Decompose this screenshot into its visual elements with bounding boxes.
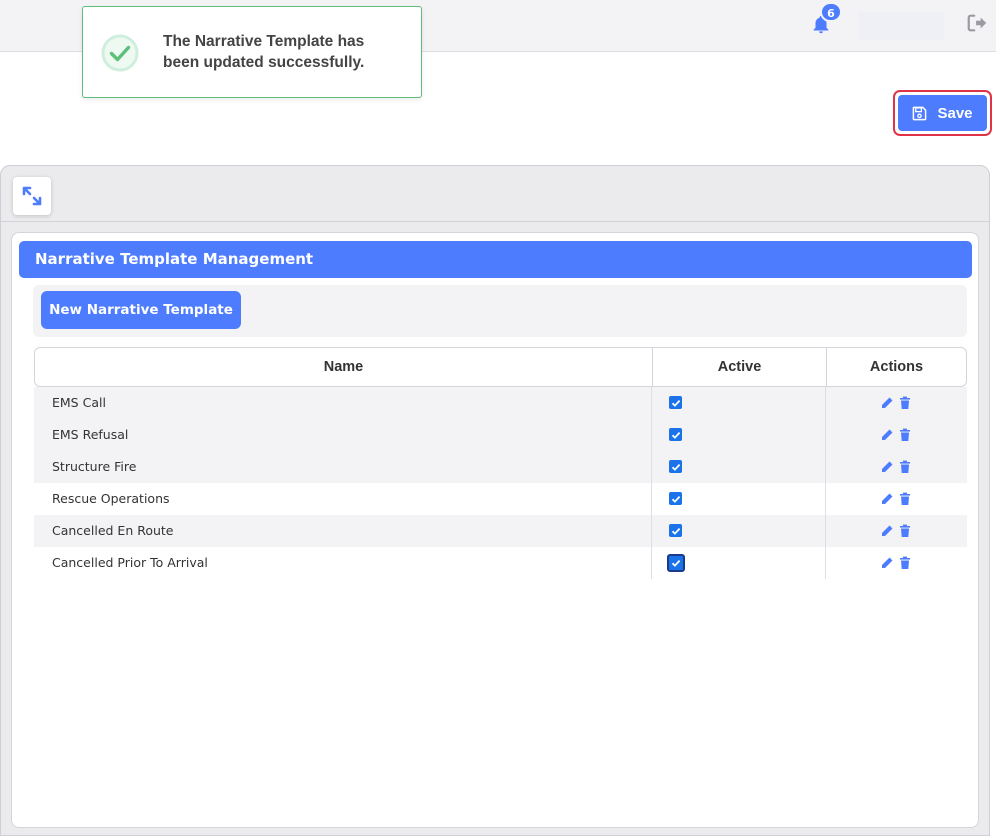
column-header-actions: Actions bbox=[869, 359, 924, 375]
actions-cell bbox=[826, 547, 965, 579]
trash-icon[interactable] bbox=[898, 556, 912, 570]
narrative-template-card: Narrative Template Management New Narrat… bbox=[11, 232, 979, 828]
active-checkbox[interactable] bbox=[669, 428, 682, 441]
active-checkbox-focused[interactable] bbox=[667, 554, 685, 572]
floppy-disk-icon bbox=[913, 106, 927, 120]
active-checkbox[interactable] bbox=[669, 396, 682, 409]
table-row[interactable]: EMS Refusal bbox=[34, 419, 967, 451]
expand-button[interactable] bbox=[13, 177, 51, 215]
active-checkbox[interactable] bbox=[669, 524, 682, 537]
logout-icon[interactable] bbox=[966, 12, 988, 34]
active-cell bbox=[652, 451, 826, 483]
new-narrative-template-button[interactable]: New Narrative Template bbox=[41, 291, 241, 329]
row-name: EMS Call bbox=[34, 387, 652, 419]
column-header-name[interactable]: Name bbox=[35, 348, 653, 386]
notification-count-badge[interactable]: 6 bbox=[820, 2, 842, 22]
user-menu[interactable] bbox=[858, 12, 944, 40]
panel-toolbar bbox=[1, 166, 989, 222]
table-row[interactable]: Rescue Operations bbox=[34, 483, 967, 515]
pencil-icon[interactable] bbox=[880, 396, 894, 410]
trash-icon[interactable] bbox=[898, 396, 912, 410]
pencil-icon[interactable] bbox=[880, 428, 894, 442]
pencil-icon[interactable] bbox=[880, 492, 894, 506]
table-row[interactable]: EMS Call bbox=[34, 387, 967, 419]
checkmark-icon bbox=[671, 431, 680, 439]
row-name: Cancelled En Route bbox=[34, 515, 652, 547]
toast-message: The Narrative Template has been updated … bbox=[163, 33, 365, 71]
pencil-icon[interactable] bbox=[880, 556, 894, 570]
trash-icon[interactable] bbox=[898, 428, 912, 442]
pencil-icon[interactable] bbox=[880, 460, 894, 474]
save-button[interactable]: Save bbox=[898, 95, 987, 131]
narrative-template-table: Name Active Actions EMS Call EMS Refusal bbox=[34, 347, 967, 579]
actions-cell bbox=[826, 515, 965, 547]
checkmark-icon bbox=[671, 495, 680, 503]
column-header-active[interactable]: Active bbox=[653, 348, 827, 386]
actions-cell bbox=[826, 483, 965, 515]
table-row[interactable]: Cancelled En Route bbox=[34, 515, 967, 547]
trash-icon[interactable] bbox=[898, 460, 912, 474]
active-checkbox[interactable] bbox=[669, 460, 682, 473]
active-cell bbox=[652, 419, 826, 451]
trash-icon[interactable] bbox=[898, 492, 912, 506]
card-title: Narrative Template Management bbox=[19, 241, 972, 278]
pencil-icon[interactable] bbox=[880, 524, 894, 538]
check-circle-icon bbox=[101, 34, 139, 72]
table-row[interactable]: Cancelled Prior To Arrival bbox=[34, 547, 967, 579]
checkmark-icon bbox=[671, 463, 680, 471]
active-cell bbox=[652, 547, 826, 579]
row-name: EMS Refusal bbox=[34, 419, 652, 451]
save-button-focus-ring: Save bbox=[893, 90, 992, 136]
save-button-label: Save bbox=[937, 104, 973, 122]
actions-cell bbox=[826, 451, 965, 483]
row-name: Rescue Operations bbox=[34, 483, 652, 515]
checkmark-icon bbox=[671, 559, 681, 567]
row-name: Structure Fire bbox=[34, 451, 652, 483]
active-cell bbox=[652, 483, 826, 515]
trash-icon[interactable] bbox=[898, 524, 912, 538]
row-name: Cancelled Prior To Arrival bbox=[34, 547, 652, 579]
actions-cell bbox=[826, 419, 965, 451]
active-cell bbox=[652, 387, 826, 419]
actions-cell bbox=[826, 387, 965, 419]
success-toast: The Narrative Template has been updated … bbox=[82, 6, 422, 98]
active-checkbox[interactable] bbox=[669, 492, 682, 505]
checkmark-icon bbox=[671, 527, 680, 535]
expand-arrows-icon bbox=[22, 186, 42, 206]
card-toolbar: New Narrative Template bbox=[33, 285, 967, 337]
table-header: Name Active Actions bbox=[34, 347, 967, 387]
checkmark-icon bbox=[671, 399, 680, 407]
table-row[interactable]: Structure Fire bbox=[34, 451, 967, 483]
active-cell bbox=[652, 515, 826, 547]
content-panel: Narrative Template Management New Narrat… bbox=[0, 165, 990, 836]
